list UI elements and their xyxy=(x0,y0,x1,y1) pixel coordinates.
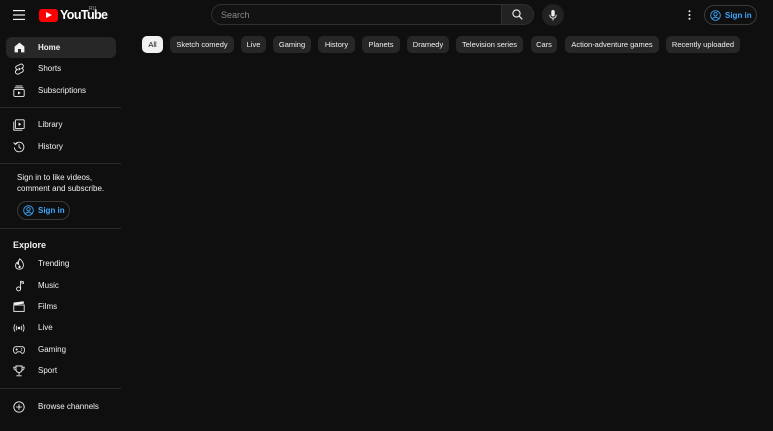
region-code: RU xyxy=(89,6,97,12)
more-vert-icon xyxy=(688,10,691,20)
search-input[interactable] xyxy=(211,4,501,25)
sidebar-item-shorts[interactable]: Shorts xyxy=(6,58,116,79)
sidebar-item-label: Live xyxy=(38,323,53,332)
sidebar-item-label: Gaming xyxy=(38,345,67,354)
sidebar-item-label: Browse channels xyxy=(38,402,99,411)
sidebar-divider xyxy=(0,107,121,108)
sidebar-item-subscriptions[interactable]: Subscriptions xyxy=(6,80,116,101)
settings-menu-button[interactable] xyxy=(680,6,698,24)
sidebar-divider xyxy=(0,163,121,164)
logo-text: YouTube xyxy=(60,8,108,22)
sidebar-item-label: Trending xyxy=(38,259,70,268)
sidebar-item-label: Shorts xyxy=(38,64,62,73)
sidebar-item-browse-channels[interactable]: Browse channels xyxy=(6,396,116,417)
sign-in-prompt: Sign in to like videos, comment and subs… xyxy=(17,173,105,193)
chip-planets[interactable]: Planets xyxy=(362,36,400,53)
sidebar-item-home[interactable]: Home xyxy=(6,37,116,58)
chip-dramedy[interactable]: Dramedy xyxy=(407,36,449,53)
sidebar-item-label: Sport xyxy=(38,366,58,375)
search-box xyxy=(211,4,534,25)
youtube-logo[interactable]: YouTube xyxy=(39,8,108,22)
library-icon xyxy=(13,118,25,131)
sign-in-button[interactable]: Sign in xyxy=(704,5,757,25)
shorts-icon xyxy=(13,62,25,75)
gaming-icon xyxy=(13,344,25,356)
chip-sketch-comedy[interactable]: Sketch comedy xyxy=(170,36,234,53)
voice-search-button[interactable] xyxy=(542,4,564,26)
sign-in-label: Sign in xyxy=(725,10,752,20)
chip-action-adventure-games[interactable]: Action-adventure games xyxy=(565,36,659,53)
youtube-logo-icon xyxy=(39,8,58,22)
chip-cars[interactable]: Cars xyxy=(531,36,557,53)
explore-heading: Explore xyxy=(13,240,47,250)
sidebar-divider xyxy=(0,228,121,229)
sidebar-item-label: Subscriptions xyxy=(38,86,87,95)
chip-television-series[interactable]: Television series xyxy=(456,36,523,53)
sidebar-item-label: Music xyxy=(38,281,59,290)
account-icon xyxy=(710,9,721,21)
sidebar-item-label: Home xyxy=(38,43,61,52)
sidebar-sign-in-button[interactable]: Sign in xyxy=(17,201,70,220)
sidebar-item-trending[interactable]: Trending xyxy=(6,253,116,274)
sidebar-item-gaming[interactable]: Gaming xyxy=(6,339,116,360)
search-button[interactable] xyxy=(501,4,534,25)
music-icon xyxy=(13,280,25,292)
sidebar-item-music[interactable]: Music xyxy=(6,275,116,296)
account-icon xyxy=(23,205,34,216)
live-icon xyxy=(13,322,25,334)
chip-recently-uploaded[interactable]: Recently uploaded xyxy=(666,36,740,53)
chip-all[interactable]: All xyxy=(142,36,163,53)
subscriptions-icon xyxy=(13,85,25,97)
chip-history[interactable]: History xyxy=(318,36,355,53)
trending-icon xyxy=(13,257,25,270)
sidebar-item-live[interactable]: Live xyxy=(6,317,116,338)
sidebar-item-label: Films xyxy=(38,302,58,311)
history-icon xyxy=(13,141,25,153)
search-icon xyxy=(512,9,523,20)
guide-menu-button[interactable] xyxy=(8,5,30,25)
sidebar-item-films[interactable]: Films xyxy=(6,296,116,317)
sidebar-item-library[interactable]: Library xyxy=(6,114,116,135)
chip-live[interactable]: Live xyxy=(241,36,266,53)
mic-icon xyxy=(549,9,557,21)
sign-in-label: Sign in xyxy=(38,206,65,215)
sidebar-item-label: History xyxy=(38,142,63,151)
sidebar-item-sport[interactable]: Sport xyxy=(6,360,116,381)
masthead: YouTube RU Sign in xyxy=(0,0,773,30)
menu-icon xyxy=(13,10,25,20)
sidebar-item-label: Library xyxy=(38,120,63,129)
home-icon xyxy=(13,42,25,54)
sidebar-divider xyxy=(0,388,121,389)
sidebar-item-history[interactable]: History xyxy=(6,136,116,157)
add-circle-icon xyxy=(13,400,25,413)
sport-icon xyxy=(13,365,25,377)
chip-gaming[interactable]: Gaming xyxy=(273,36,311,53)
films-icon xyxy=(13,301,25,313)
